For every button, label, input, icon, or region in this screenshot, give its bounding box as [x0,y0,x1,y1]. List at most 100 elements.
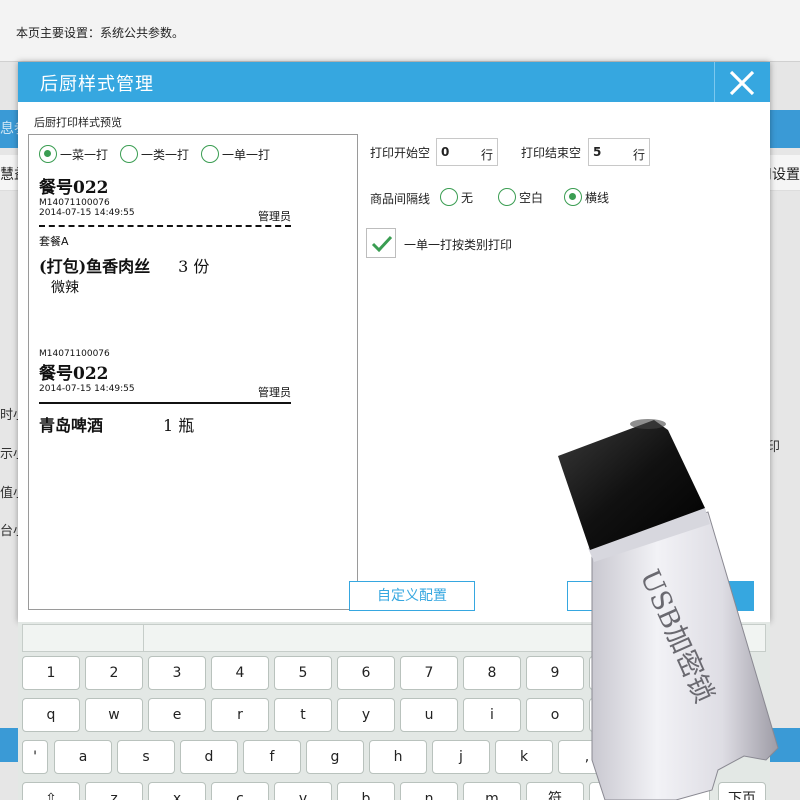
key[interactable]: t [274,698,332,732]
end-blank-unit: 行 [632,148,645,162]
print-mode-group: 一菜一打 一类一打 一单一打 [39,145,270,163]
key[interactable]: 3 [148,656,206,690]
dialog-close-button[interactable] [714,62,770,102]
ticket-item-qty: 1 瓶 [163,416,195,435]
print-mode-one-dish[interactable]: 一菜一打 [39,145,108,163]
ticket-operator: 管理员 [258,386,291,399]
key[interactable]: c [211,782,269,800]
key[interactable]: x [148,782,206,800]
key[interactable]: n [400,782,458,800]
key[interactable]: 符 [526,782,584,800]
close-icon [729,70,755,96]
ticket-item-row: (打包)鱼香肉丝 3 份 [39,253,291,277]
separator-line[interactable]: 横线 [564,188,609,206]
radio-label: 一类一打 [141,147,190,162]
key[interactable]: b [337,782,395,800]
on-screen-keyboard: 1 2 3 4 5 6 7 8 9 0 q w e r t y u i o p ' a s d f g h j k, ⇧ z x c v b n m 符。… [18,622,770,800]
key[interactable]: 5 [274,656,332,690]
radio-label: 空白 [519,190,544,205]
separator-none[interactable]: 无 [440,188,473,206]
key[interactable]: a [54,740,112,774]
secondary-button[interactable]: 取 [567,581,717,611]
dialog-title: 后厨样式管理 [40,74,154,95]
end-blank-label: 打印结束空 [521,146,582,160]
key[interactable]: ⇧ [22,782,80,800]
radio-icon [440,188,458,206]
key[interactable]: 6 [337,656,395,690]
key[interactable]: 。 [589,782,647,800]
radio-icon [201,145,220,163]
keyboard-input-display[interactable] [22,624,766,652]
radio-label: 一单一打 [222,147,271,162]
key[interactable]: w [85,698,143,732]
primary-button[interactable] [718,581,754,611]
key[interactable]: p [589,698,647,732]
print-mode-one-category[interactable]: 一类一打 [120,145,189,163]
key[interactable]: 0 [589,656,647,690]
key[interactable]: g [306,740,364,774]
radio-icon [120,145,139,163]
separator-blank[interactable]: 空白 [498,188,543,206]
key[interactable]: m [463,782,521,800]
key[interactable]: 2 [85,656,143,690]
ticket-divider [39,402,291,404]
ticket-item-row: 青岛啤酒 1 瓶 [39,412,291,436]
radio-label: 横线 [585,190,610,205]
ticket-set-name: 套餐A [39,235,69,248]
key[interactable]: 9 [526,656,584,690]
key[interactable]: o [526,698,584,732]
end-blank-input[interactable]: 5 行 [588,138,650,166]
key[interactable]: d [180,740,238,774]
key[interactable]: v [274,782,332,800]
key[interactable]: q [22,698,80,732]
category-print-checkbox[interactable] [366,228,396,258]
key[interactable]: 下页 [718,782,766,800]
preview-label: 后厨打印样式预览 [34,116,122,129]
ticket-meta-row: 2014-07-15 14:49:55 管理员 [39,384,291,400]
ticket-datetime: 2014-07-15 14:49:55 [39,208,135,218]
key[interactable]: z [85,782,143,800]
print-preview: 一菜一打 一类一打 一单一打 餐号022 M14071100076 2014-0… [28,134,358,610]
ticket-item-qty: 3 份 [178,257,210,276]
page-note: 本页主要设置：系统公共参数。 [16,26,185,40]
key[interactable] [652,782,710,800]
start-blank-input[interactable]: 0 行 [436,138,498,166]
ticket-item-note: 微辣 [51,280,79,296]
key[interactable]: u [400,698,458,732]
ticket-operator: 管理员 [258,210,291,223]
key[interactable]: y [337,698,395,732]
key[interactable]: i [463,698,521,732]
key[interactable]: r [211,698,269,732]
key[interactable]: 4 [211,656,269,690]
preview-ticket-2: M14071100076 餐号022 2014-07-15 14:49:55 管… [39,349,291,436]
category-print-label: 一单一打按类别打印 [404,238,513,252]
key[interactable]: 1 [22,656,80,690]
preview-ticket-1: 餐号022 M14071100076 2014-07-15 14:49:55 管… [39,173,291,297]
key[interactable]: k [495,740,553,774]
key[interactable]: 7 [400,656,458,690]
check-icon [371,235,393,253]
radio-label: 一菜一打 [60,147,109,162]
ticket-item-name: 青岛啤酒 [39,416,104,435]
ticket-item-name: (打包)鱼香肉丝 [39,257,151,276]
key[interactable]: 8 [463,656,521,690]
kitchen-style-dialog: 后厨样式管理 后厨打印样式预览 一菜一打 一类一打 一单一打 餐号022 M14… [18,62,770,622]
key[interactable]: , [558,740,616,774]
key[interactable]: h [369,740,427,774]
key[interactable]: f [243,740,301,774]
key[interactable]: j [432,740,490,774]
key[interactable]: ' [22,740,48,774]
key[interactable]: e [148,698,206,732]
key[interactable]: s [117,740,175,774]
display-divider [143,625,144,651]
ticket-order-id: M14071100076 [39,349,110,359]
start-blank-label: 打印开始空 [370,146,431,160]
custom-config-button[interactable]: 自定义配置 [349,581,475,611]
start-blank-unit: 行 [480,148,493,162]
ticket-datetime: 2014-07-15 14:49:55 [39,384,135,394]
end-blank-value: 5 [593,145,602,159]
ticket-meal-number: 餐号022 [39,178,109,198]
ticket-order-id: M14071100076 [39,198,110,208]
print-mode-one-order[interactable]: 一单一打 [201,145,270,163]
ticket-meal-number: 餐号022 [39,364,109,384]
